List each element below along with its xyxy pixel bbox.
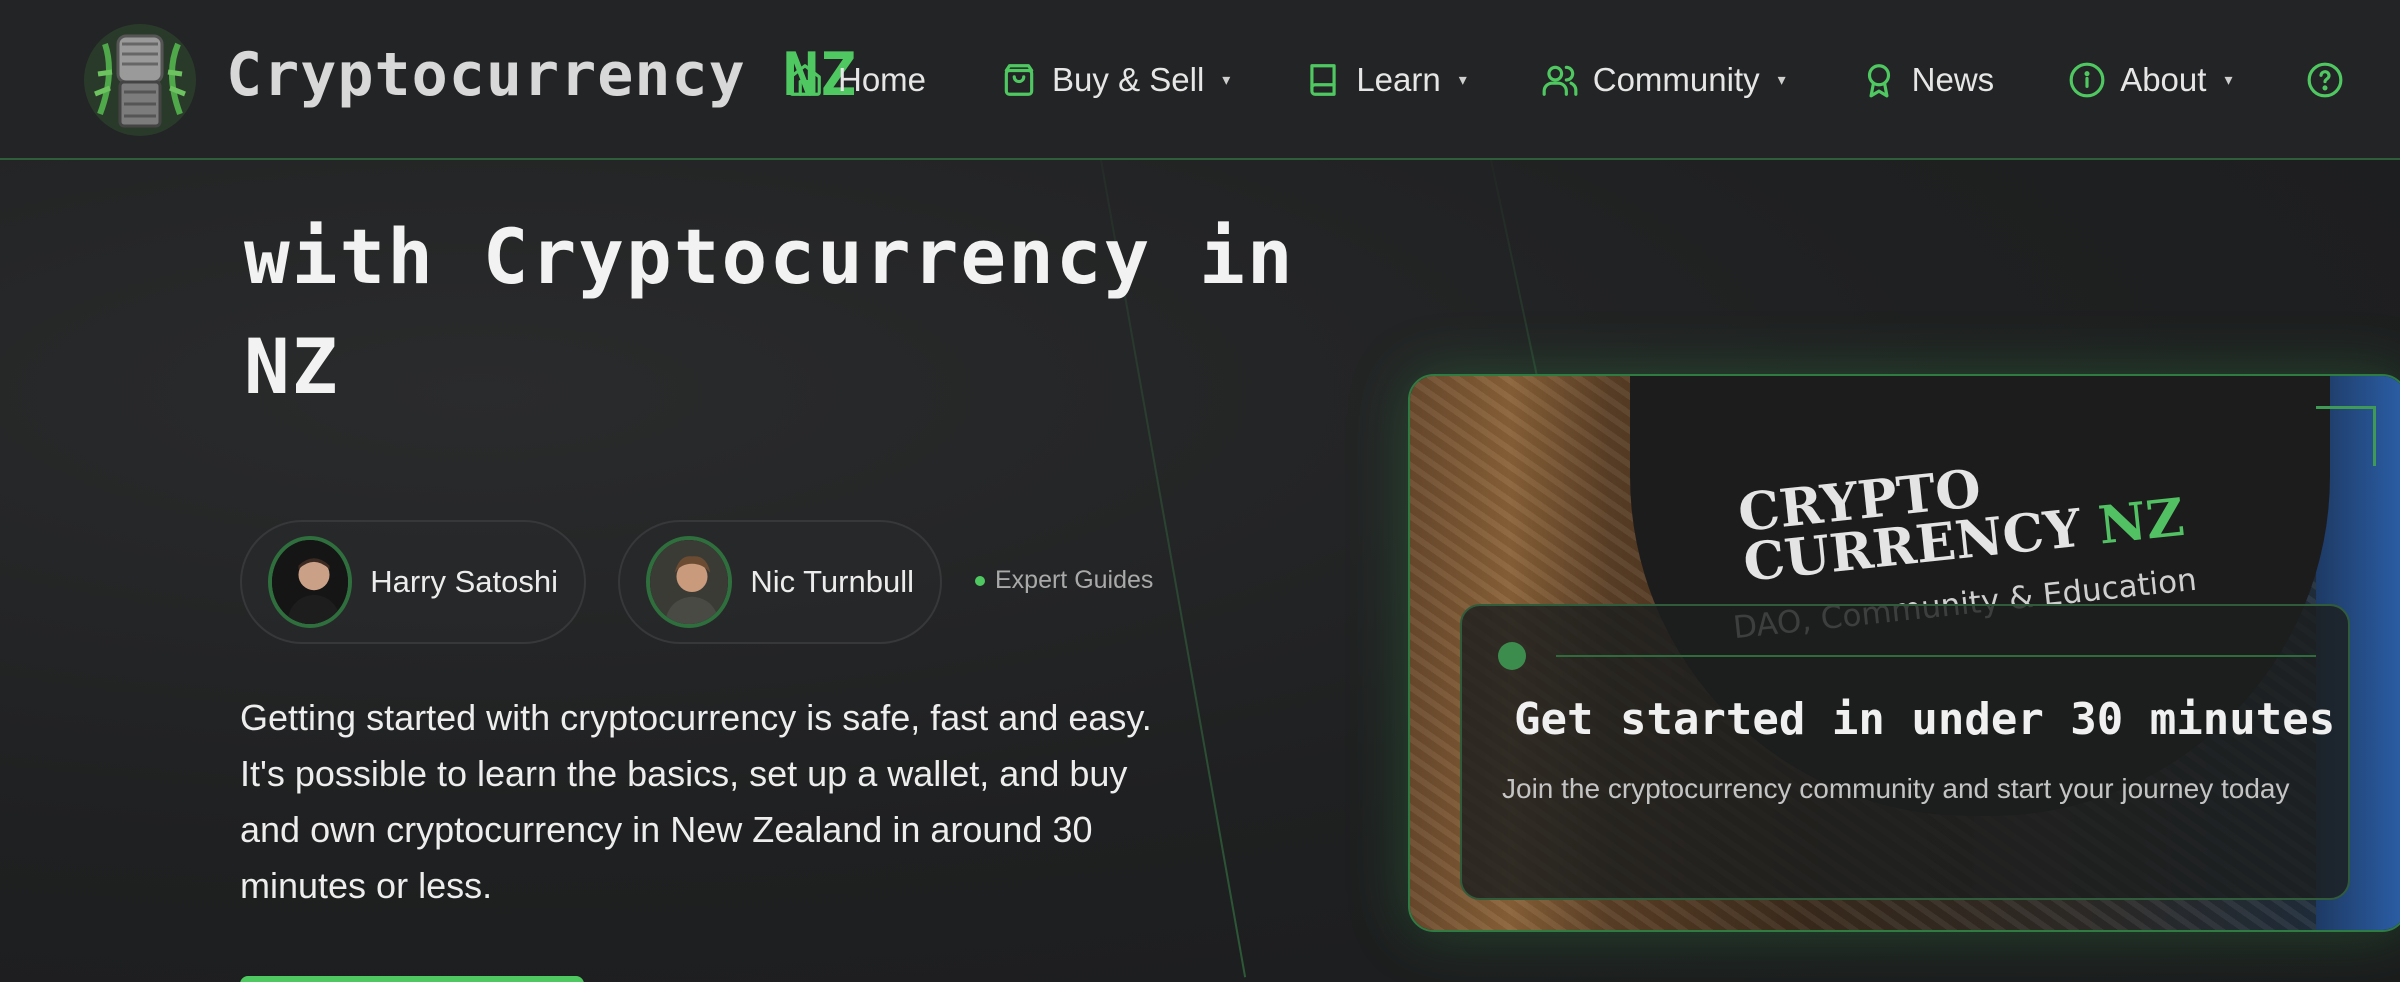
nav-help[interactable] — [2306, 61, 2344, 99]
home-icon — [789, 64, 821, 96]
banner-title-nz: NZ — [2095, 486, 2187, 557]
status-dot-icon — [975, 575, 985, 586]
chevron-down-icon: ▾ — [1458, 72, 1467, 89]
nav-about[interactable]: About ▾ — [2068, 61, 2232, 99]
hero-heading-line-2: with Cryptocurrency in — [244, 212, 1295, 301]
main-nav: Home Buy & Sell ▾ Learn ▾ Community ▾ Ne… — [786, 0, 2344, 160]
brand-title[interactable]: Cryptocurrency NZ — [226, 40, 857, 110]
award-icon — [1867, 64, 1890, 98]
author-chip-harry[interactable]: Harry Satoshi — [240, 520, 586, 644]
get-started-overlay: Get started in under 30 minutes Join the… — [1460, 604, 2350, 900]
help-circle-icon — [2308, 62, 2343, 98]
users-icon — [1542, 65, 1578, 96]
site-header: Cryptocurrency NZ Home Buy & Sell ▾ Lear… — [0, 0, 2400, 160]
chevron-down-icon: ▾ — [1222, 72, 1231, 89]
chevron-down-icon: ▾ — [2224, 72, 2233, 89]
overlay-subtitle: Join the cryptocurrency community and st… — [1502, 773, 2290, 804]
expert-guides-label: Expert Guides — [995, 566, 1154, 594]
divider — [1556, 655, 2316, 657]
avatar — [268, 536, 353, 628]
nav-buy-sell-label: Buy & Sell — [1052, 61, 1205, 98]
indicator-dot-icon — [1498, 642, 1526, 670]
logo-icon[interactable] — [80, 14, 200, 144]
overlay-title: Get started in under 30 minutes — [1514, 694, 2336, 745]
avatar — [646, 536, 733, 628]
nav-about-label: About — [2120, 61, 2207, 98]
hero-description: Getting started with cryptocurrency is s… — [240, 697, 1152, 906]
author-name: Nic Turnbull — [750, 564, 914, 599]
expert-guides-badge: Expert Guides — [975, 566, 1153, 595]
nav-home[interactable]: Home — [786, 61, 926, 99]
get-started-button[interactable] — [240, 976, 584, 982]
nav-news-label: News — [1911, 61, 1995, 98]
hero-image-card: CRYPTO CURRENCY NZ DAO, Community & Educ… — [1408, 374, 2400, 932]
corner-bracket-icon — [2316, 406, 2376, 466]
shopping-bag-icon — [1004, 64, 1034, 96]
info-icon — [2069, 62, 2105, 98]
nav-community-label: Community — [1592, 61, 1760, 98]
author-chip-nic[interactable]: Nic Turnbull — [618, 520, 942, 644]
chevron-down-icon: ▾ — [1777, 72, 1786, 89]
nav-home-label: Home — [838, 61, 927, 98]
nav-news[interactable]: News — [1860, 61, 1995, 99]
nav-buy-sell[interactable]: Buy & Sell ▾ — [1000, 61, 1230, 99]
nav-community[interactable]: Community ▾ — [1541, 61, 1786, 99]
nav-learn[interactable]: Learn ▾ — [1304, 61, 1467, 99]
nav-learn-label: Learn — [1356, 61, 1441, 98]
hero-heading-line-3: NZ — [244, 322, 340, 411]
book-icon — [1310, 64, 1336, 96]
author-name: Harry Satoshi — [370, 564, 558, 599]
brand-name: Cryptocurrency — [226, 40, 746, 110]
